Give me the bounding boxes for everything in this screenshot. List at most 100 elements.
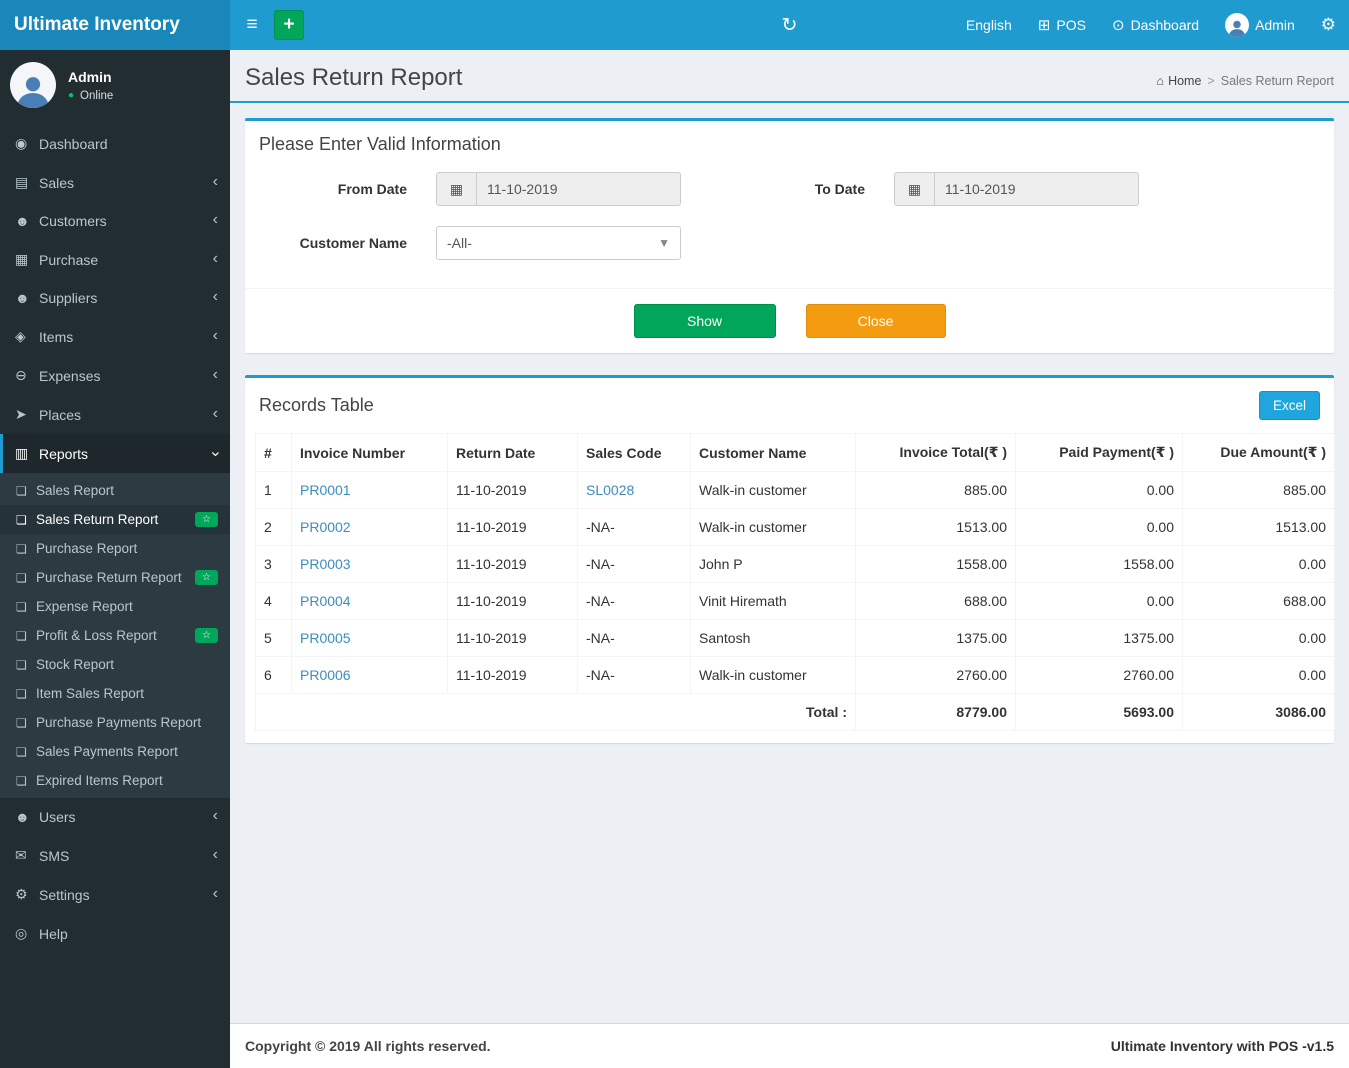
show-button[interactable]: Show [633, 304, 776, 338]
sidebar-item-sales-report[interactable]: ❏ Sales Report [0, 476, 230, 505]
home-icon: ⌂ [1156, 74, 1165, 88]
records-table-body: 1 PR0001 11-10-2019 SL0028 Walk-in customer 8… [255, 471, 1335, 694]
version-text: Ultimate Inventory with POS -v1.5 [1110, 1038, 1334, 1054]
breadcrumb: ⌂ Home > Sales Return Report [1157, 74, 1334, 92]
sidebar-item-sms[interactable]: ✉ SMS ‹ [0, 836, 230, 875]
dashboard-link[interactable]: ⊙ Dashboard [1099, 0, 1212, 50]
sidebar-item-purchase[interactable]: ▦ Purchase ‹ [0, 240, 230, 279]
invoice-link[interactable]: PR0003 [300, 556, 351, 572]
sidebar-item-expired-items-report[interactable]: ❏ Expired Items Report [0, 766, 230, 795]
sidebar-item-label: Sales [39, 174, 75, 191]
sidebar-item-items[interactable]: ◈ Items ‹ [0, 317, 230, 356]
pos-link[interactable]: ⊞ POS [1025, 0, 1099, 50]
sidebar-item-users[interactable]: ☻ Users ‹ [0, 798, 230, 836]
customer-name-cell: John P [690, 545, 856, 583]
user-menu[interactable]: Admin [1212, 0, 1308, 50]
sidebar-item-sales-return-report[interactable]: ❏ Sales Return Report ☆ [0, 505, 230, 534]
records-panel: Records Table Excel # Invoice Number Retur… [245, 375, 1335, 743]
sidebar-item-profit-loss-report[interactable]: ❏ Profit & Loss Report ☆ [0, 621, 230, 650]
due-amount-cell: 0.00 [1182, 545, 1335, 583]
sidebar-item-expense-report[interactable]: ❏ Expense Report [0, 592, 230, 621]
items-icon: ◈ [15, 328, 26, 344]
chevron-down-icon: ‹ [206, 450, 224, 457]
sidebar-item-stock-report[interactable]: ❏ Stock Report [0, 650, 230, 679]
customer-name-cell: Walk-in customer [690, 508, 856, 546]
sidebar-item-purchase-report[interactable]: ❏ Purchase Report [0, 534, 230, 563]
invoice-link[interactable]: PR0005 [300, 630, 351, 646]
total-due: 3086.00 [1182, 693, 1335, 731]
close-button[interactable]: Close [805, 304, 946, 338]
total-paid: 5693.00 [1015, 693, 1183, 731]
return-date-cell: 11-10-2019 [447, 471, 578, 509]
total-invoice: 8779.00 [855, 693, 1016, 731]
invoice-link[interactable]: PR0006 [300, 667, 351, 683]
invoice-link[interactable]: PR0002 [300, 519, 351, 535]
sidebar-item-label: Purchase Report [36, 541, 138, 556]
sales-icon: ▤ [15, 174, 29, 190]
sidebar-item-help[interactable]: ◎ Help [0, 914, 230, 953]
chevron-left-icon: ‹ [212, 172, 218, 190]
pos-icon: ⊞ [1037, 17, 1051, 34]
main-content: Sales Return Report ⌂ Home > Sales Retur… [230, 50, 1349, 1068]
language-menu[interactable]: English [953, 0, 1025, 50]
paid-payment-cell: 0.00 [1015, 582, 1183, 620]
paid-payment-cell: 1375.00 [1015, 619, 1183, 657]
return-date-cell: 11-10-2019 [447, 545, 578, 583]
report-doc-icon: ❏ [16, 657, 27, 672]
sidebar-item-reports[interactable]: ▥ Reports ‹ [0, 434, 230, 473]
customer-name-cell: Walk-in customer [690, 656, 856, 694]
reports-icon: ▥ [15, 445, 29, 461]
dashboard-icon: ◉ [15, 135, 28, 151]
calendar-icon[interactable]: ▦ [436, 172, 476, 206]
report-doc-icon: ❏ [16, 599, 27, 614]
sidebar-item-expenses[interactable]: ⊖ Expenses ‹ [0, 356, 230, 395]
from-date-group: ▦ [436, 172, 681, 206]
from-date-input[interactable] [476, 172, 681, 206]
sidebar-item-label: Reports [39, 445, 89, 462]
invoice-link[interactable]: PR0001 [300, 482, 351, 498]
sidebar-item-settings[interactable]: ⚙ Settings ‹ [0, 875, 230, 914]
invoice-link[interactable]: PR0004 [300, 593, 351, 609]
table-row: 6 PR0006 11-10-2019 -NA- Walk-in customer 276… [255, 656, 1335, 694]
row-number-cell: 1 [255, 471, 292, 509]
sidebar-item-item-sales-report[interactable]: ❏ Item Sales Report [0, 679, 230, 708]
table-row: 5 PR0005 11-10-2019 -NA- Santosh 1375.00 1375.… [255, 619, 1335, 657]
excel-export-button[interactable]: Excel [1258, 391, 1320, 420]
due-amount-cell: 688.00 [1182, 582, 1335, 620]
quick-add-button[interactable]: + [274, 10, 304, 40]
sales-code-cell: -NA- [577, 656, 691, 694]
return-date-cell: 11-10-2019 [447, 582, 578, 620]
sidebar-toggle-button[interactable]: ≡ [230, 0, 274, 50]
sidebar-item-purchase-payments-report[interactable]: ❏ Purchase Payments Report [0, 708, 230, 737]
breadcrumb-current: Sales Return Report [1220, 74, 1334, 88]
report-doc-icon: ❏ [16, 483, 27, 498]
report-doc-icon: ❏ [16, 570, 27, 585]
to-date-input[interactable] [934, 172, 1139, 206]
sidebar-item-label: Help [39, 925, 68, 942]
calendar-icon[interactable]: ▦ [894, 172, 934, 206]
breadcrumb-home-link[interactable]: ⌂ Home [1157, 74, 1202, 88]
help-icon: ◎ [15, 925, 28, 941]
sidebar-item-suppliers[interactable]: ☻ Suppliers ‹ [0, 279, 230, 317]
settings-menu-button[interactable]: ⚙ [1308, 0, 1349, 50]
row-number-cell: 4 [255, 582, 292, 620]
sidebar-item-label: Items [39, 328, 74, 345]
sidebar-item-sales[interactable]: ▤ Sales ‹ [0, 163, 230, 202]
sidebar-item-dashboard[interactable]: ◉ Dashboard [0, 124, 230, 163]
from-date-label: From Date [337, 181, 407, 197]
sales-code-link[interactable]: SL0028 [586, 482, 634, 498]
report-doc-icon: ❏ [16, 541, 27, 556]
row-number-cell: 3 [255, 545, 292, 583]
sidebar-item-purchase-return-report[interactable]: ❏ Purchase Return Report ☆ [0, 563, 230, 592]
invoice-number-cell: PR0004 [291, 582, 448, 620]
table-row: 4 PR0004 11-10-2019 -NA- Vinit Hiremath 688.0… [255, 582, 1335, 620]
brand-logo[interactable]: Ultimate Inventory [0, 0, 230, 50]
return-date-cell: 11-10-2019 [447, 508, 578, 546]
sidebar-item-sales-payments-report[interactable]: ❏ Sales Payments Report [0, 737, 230, 766]
chevron-left-icon: ‹ [212, 249, 218, 267]
sidebar-item-customers[interactable]: ☻ Customers ‹ [0, 202, 230, 240]
report-doc-icon: ❏ [16, 512, 27, 527]
report-doc-icon: ❏ [16, 628, 27, 643]
customer-select[interactable]: -All- ▼ [436, 226, 681, 260]
sidebar-item-places[interactable]: ➤ Places ‹ [0, 395, 230, 434]
